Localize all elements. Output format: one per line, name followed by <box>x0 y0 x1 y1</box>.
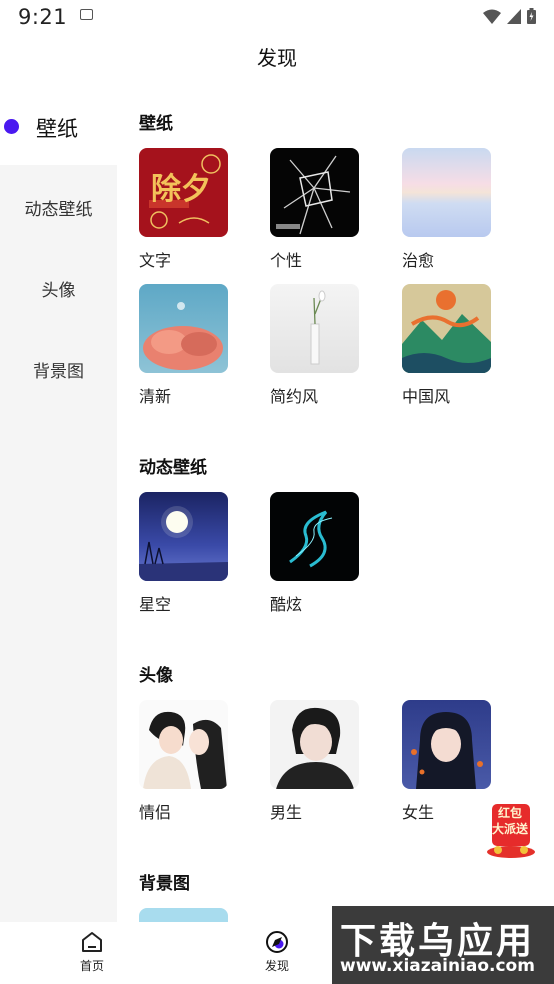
tile-starry-sky-label: 星空 <box>139 595 172 614</box>
watermark-logo: 下载乌应用 www.xiazainiao.com <box>332 906 554 984</box>
notification-icon <box>80 9 93 20</box>
tile-couple-image <box>139 700 228 789</box>
tile-fresh-label: 清新 <box>139 387 172 406</box>
section-title-background: 背景图 <box>139 874 190 894</box>
tile-healing[interactable]: 治愈 <box>402 148 492 271</box>
status-time: 9:21 <box>18 5 68 29</box>
tile-starry-sky-image <box>139 492 228 581</box>
tile-fresh-image <box>139 284 228 373</box>
tile-text-image: 除夕 <box>139 148 228 237</box>
tile-text-label: 文字 <box>139 251 172 270</box>
sidebar-item-background[interactable]: 背景图 <box>0 357 117 382</box>
tile-chinese-style-label: 中国风 <box>402 387 451 406</box>
status-icons <box>483 8 536 24</box>
sidebar-item-live-wallpaper[interactable]: 动态壁纸 <box>0 195 117 220</box>
tile-personality-label: 个性 <box>270 251 303 270</box>
tile-healing-label: 治愈 <box>402 251 435 270</box>
tile-text[interactable]: 除夕 文字 <box>139 148 229 271</box>
active-indicator-dot <box>4 119 19 134</box>
section-title-avatar: 头像 <box>139 666 173 686</box>
tile-cool-image <box>270 492 359 581</box>
tile-boys-image <box>270 700 359 789</box>
section-title-wallpaper: 壁纸 <box>139 114 173 134</box>
tile-girls-label: 女生 <box>402 803 435 822</box>
sidebar-item-wallpaper-label[interactable]: 壁纸 <box>36 113 78 143</box>
tile-girls[interactable]: 女生 <box>402 700 492 823</box>
tile-chinese-style-image <box>402 284 491 373</box>
tile-starry-sky[interactable]: 星空 <box>139 492 229 615</box>
tile-cool-label: 酷炫 <box>270 595 303 614</box>
status-bar: 9:21 <box>0 0 554 34</box>
tile-girls-image <box>402 700 491 789</box>
wifi-icon <box>483 9 501 24</box>
tile-cool[interactable]: 酷炫 <box>270 492 360 615</box>
tile-personality-image <box>270 148 359 237</box>
signal-icon <box>507 8 521 24</box>
nav-discover[interactable]: 发现 <box>247 930 307 974</box>
tile-fresh[interactable]: 清新 <box>139 284 229 407</box>
tile-background-partial[interactable] <box>139 908 228 922</box>
tile-healing-image <box>402 148 491 237</box>
tile-couple-label: 情侣 <box>139 803 172 822</box>
home-icon <box>82 932 102 952</box>
red-packet-badge[interactable]: 红包 大派送 <box>484 800 538 860</box>
battery-icon <box>527 8 536 24</box>
tile-personality[interactable]: 个性 <box>270 148 360 271</box>
red-packet-line1: 红包 <box>498 806 523 820</box>
section-title-live-wallpaper: 动态壁纸 <box>139 458 207 478</box>
nav-home-label: 首页 <box>79 959 104 973</box>
compass-icon <box>266 931 288 953</box>
category-content[interactable]: 壁纸 除夕 文字 个性 治愈 清新 简约风 中国风 动态壁纸 星空 酷炫 头像 … <box>117 86 554 922</box>
tile-simple-label: 简约风 <box>270 387 319 406</box>
nav-discover-label: 发现 <box>264 959 289 973</box>
tile-boys-label: 男生 <box>270 803 303 822</box>
watermark-sub-text: www.xiazainiao.com <box>340 956 535 976</box>
tile-couple[interactable]: 情侣 <box>139 700 229 823</box>
tile-simple-image <box>270 284 359 373</box>
tile-text-art: 除夕 <box>151 172 211 207</box>
red-packet-line2: 大派送 <box>492 822 529 836</box>
tile-boys[interactable]: 男生 <box>270 700 360 823</box>
sidebar-item-avatar[interactable]: 头像 <box>0 276 117 301</box>
tile-chinese-style[interactable]: 中国风 <box>402 284 492 407</box>
tile-simple[interactable]: 简约风 <box>270 284 360 407</box>
nav-home[interactable]: 首页 <box>62 930 122 974</box>
page-title: 发现 <box>257 46 297 70</box>
